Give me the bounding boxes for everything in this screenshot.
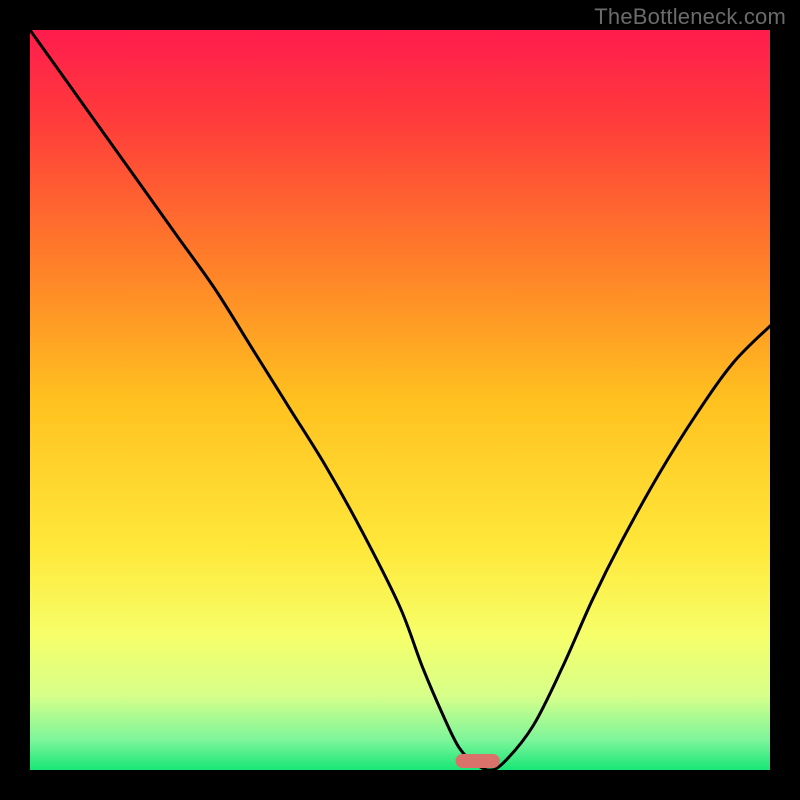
plot-area bbox=[30, 30, 770, 770]
plot-svg bbox=[30, 30, 770, 770]
optimal-marker bbox=[456, 754, 500, 768]
chart-frame: TheBottleneck.com bbox=[0, 0, 800, 800]
watermark-text: TheBottleneck.com bbox=[594, 4, 786, 30]
gradient-background bbox=[30, 30, 770, 770]
